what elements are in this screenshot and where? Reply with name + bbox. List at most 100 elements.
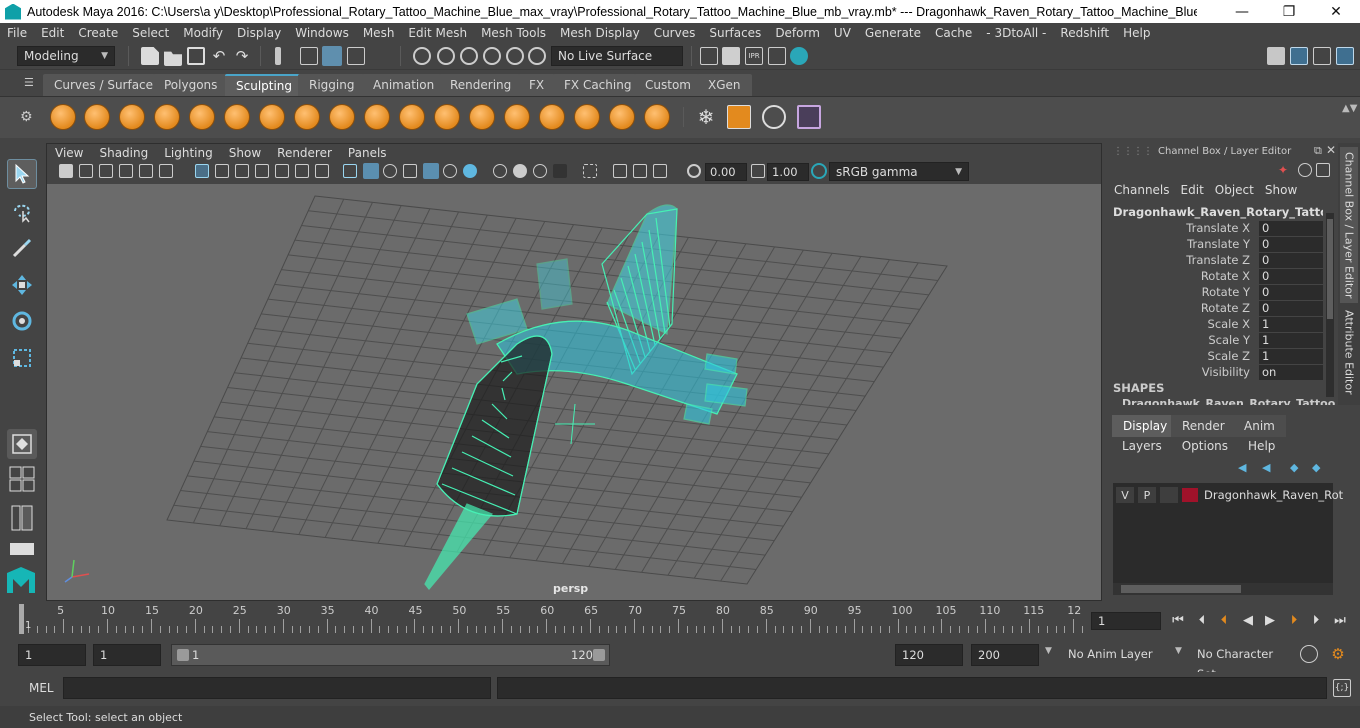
playback-end-field[interactable]: 120 — [895, 644, 963, 666]
shelf-tab-polygons[interactable]: Polygons — [153, 74, 229, 96]
show-menu[interactable]: Show — [1259, 183, 1302, 201]
shelf-settings-icon[interactable]: ⚙ — [20, 109, 36, 125]
layers-menu[interactable]: Layers — [1108, 439, 1168, 457]
move-layer-up-icon[interactable]: ◀ — [1238, 461, 1252, 475]
maximize-button[interactable]: ❐ — [1266, 0, 1312, 23]
attribute-value-field[interactable]: 0 — [1259, 301, 1323, 316]
shelf-tab-fx[interactable]: FX — [518, 74, 556, 96]
attribute-value-field[interactable]: 1 — [1259, 333, 1323, 348]
resolution-gate-icon[interactable] — [235, 164, 249, 178]
select-by-component-icon[interactable] — [322, 46, 342, 66]
select-tool-icon[interactable] — [7, 159, 37, 189]
xray-joints-icon[interactable] — [653, 164, 667, 178]
xray-active-components-icon[interactable] — [633, 164, 647, 178]
tab-render[interactable]: Render — [1171, 415, 1236, 437]
scrollbar-thumb[interactable] — [1327, 219, 1333, 319]
range-end-handle[interactable] — [593, 649, 605, 661]
attribute-row[interactable]: Rotate Z 0 — [1108, 301, 1330, 317]
animation-preferences-icon[interactable]: ⚙ — [1329, 645, 1347, 663]
manipulator-icon[interactable] — [1298, 163, 1312, 177]
scale-tool-icon[interactable] — [7, 343, 37, 373]
menu-edit[interactable]: Edit — [34, 26, 71, 40]
film-gate-icon[interactable] — [215, 164, 229, 178]
attribute-row[interactable]: Scale Z 1 — [1108, 349, 1330, 365]
snap-to-point-icon[interactable] — [460, 47, 478, 65]
viewport-menu-renderer[interactable]: Renderer — [269, 146, 340, 160]
undo-icon[interactable]: ↶ — [210, 47, 228, 65]
exposure-icon[interactable] — [687, 164, 701, 178]
depth-of-field-icon[interactable] — [553, 164, 567, 178]
auto-key-icon[interactable] — [1300, 645, 1318, 663]
tab-attribute-editor[interactable]: Attribute Editor — [1340, 309, 1358, 395]
color-management-icon[interactable] — [811, 163, 827, 179]
menu-cache[interactable]: Cache — [928, 26, 979, 40]
new-empty-layer-icon[interactable]: ◆ — [1290, 461, 1304, 475]
play-backwards-icon[interactable]: ◀ — [1239, 611, 1257, 629]
fill-tool-icon[interactable] — [469, 104, 495, 130]
wireframe-on-shaded-icon[interactable] — [423, 163, 439, 179]
menu-mesh-display[interactable]: Mesh Display — [553, 26, 647, 40]
tab-anim[interactable]: Anim — [1233, 415, 1286, 437]
blend-shape-icon[interactable] — [797, 105, 821, 129]
viewport-menu-panels[interactable]: Panels — [340, 146, 395, 160]
viewport-scene[interactable] — [47, 184, 1101, 600]
paint-select-tool-icon[interactable] — [7, 233, 37, 263]
object-menu[interactable]: Object — [1209, 183, 1259, 201]
animation-start-field[interactable]: 1 — [18, 644, 86, 666]
viewport-menu-view[interactable]: View — [47, 146, 91, 160]
grip-handle[interactable]: ⋮⋮⋮⋮ — [1113, 146, 1153, 157]
render-settings-icon[interactable] — [700, 47, 718, 65]
step-back-key-icon[interactable]: ⏴ — [1215, 611, 1233, 629]
open-scene-icon[interactable] — [164, 51, 182, 66]
attribute-row[interactable]: Translate X 0 — [1108, 221, 1330, 237]
menu-redshift[interactable]: Redshift — [1053, 26, 1116, 40]
options-menu[interactable]: Options — [1168, 439, 1234, 457]
channel-box-scrollbar[interactable] — [1326, 213, 1334, 397]
menu-generate[interactable]: Generate — [858, 26, 928, 40]
grab-tool-icon[interactable] — [154, 104, 180, 130]
attribute-value-field[interactable]: 0 — [1259, 221, 1323, 236]
select-by-component-type-icon[interactable] — [347, 47, 365, 65]
float-panel-icon[interactable]: ⧉ — [1314, 144, 1322, 158]
shelf-tab-rendering[interactable]: Rendering — [439, 74, 523, 96]
attribute-value-field[interactable]: 0 — [1259, 285, 1323, 300]
script-editor-icon[interactable]: {;} — [1333, 679, 1351, 697]
live-surface-field[interactable]: No Live Surface — [551, 46, 683, 66]
layer-row[interactable]: V P Dragonhawk_Raven_Rot — [1116, 487, 1343, 503]
attribute-row[interactable]: Scale Y 1 — [1108, 333, 1330, 349]
field-chart-icon[interactable] — [275, 164, 289, 178]
amplify-tool-icon[interactable] — [609, 104, 635, 130]
menu-mesh-tools[interactable]: Mesh Tools — [474, 26, 553, 40]
grid-toggle-icon[interactable] — [195, 164, 209, 178]
freeze-tool-icon[interactable] — [644, 104, 670, 130]
gate-mask-icon[interactable] — [255, 164, 269, 178]
menu-mesh[interactable]: Mesh — [356, 26, 402, 40]
textured-icon[interactable] — [403, 164, 417, 178]
select-camera-icon[interactable] — [59, 164, 73, 178]
attribute-row[interactable]: Visibility on — [1108, 365, 1330, 381]
bulge-tool-icon[interactable] — [574, 104, 600, 130]
four-view-layout-icon[interactable] — [7, 465, 37, 493]
anim-layer-dropdown[interactable]: No Anim Layer — [1062, 644, 1162, 666]
spray-tool-icon[interactable] — [294, 104, 320, 130]
time-slider-track[interactable]: 5 10 15 20 25 30 35 40 45 50 55 60 65 70 75 80 85 90 95 100… — [22, 604, 1084, 634]
snap-to-grid-icon[interactable] — [413, 47, 431, 65]
single-perspective-layout-icon[interactable] — [7, 429, 37, 459]
layer-display-type[interactable] — [1160, 487, 1178, 503]
range-start-handle[interactable] — [177, 649, 189, 661]
shelf-tab-custom[interactable]: Custom — [634, 74, 702, 96]
menu-modify[interactable]: Modify — [176, 26, 230, 40]
workspace-icon[interactable] — [1267, 47, 1285, 65]
snap-to-view-plane-icon[interactable] — [506, 47, 524, 65]
motion-blur-icon[interactable] — [513, 164, 527, 178]
attribute-value-field[interactable]: 1 — [1259, 349, 1323, 364]
scrape-tool-icon[interactable] — [434, 104, 460, 130]
mel-command-input[interactable] — [63, 677, 491, 699]
stamp-icon[interactable] — [762, 105, 786, 129]
animation-end-field[interactable]: 200 — [971, 644, 1039, 666]
shelf-tab-curves-surfaces[interactable]: Curves / Surfaces — [43, 74, 171, 96]
channels-menu[interactable]: Channels — [1108, 183, 1175, 201]
step-back-frame-icon[interactable]: ⏴ — [1193, 611, 1211, 629]
shelf-tab-xgen[interactable]: XGen — [697, 74, 752, 96]
character-set-dropdown[interactable]: No Character Set — [1191, 644, 1291, 681]
